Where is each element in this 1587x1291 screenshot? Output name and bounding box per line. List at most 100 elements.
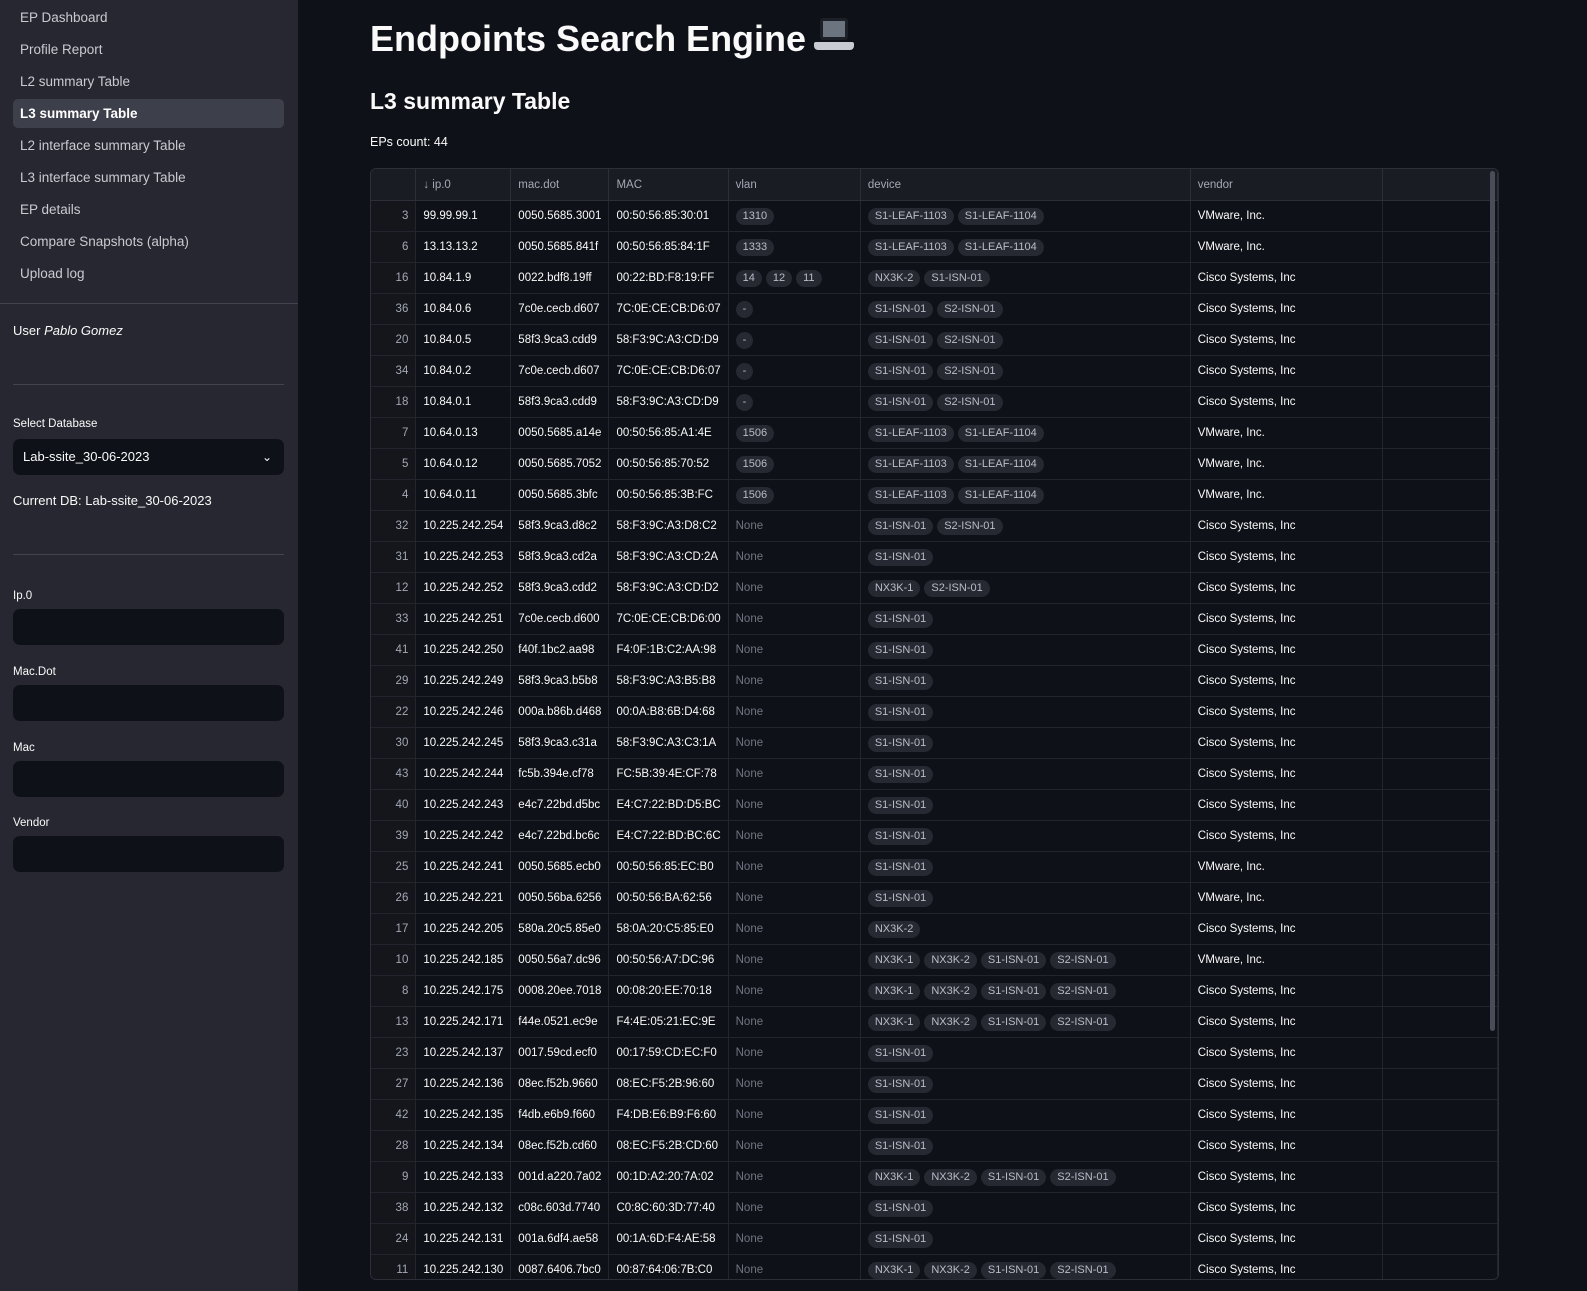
cell-device[interactable]: S1-ISN-01 xyxy=(860,882,1191,914)
cell-device[interactable]: S1-ISN-01 xyxy=(860,851,1191,883)
nav-item-profile-report[interactable]: Profile Report xyxy=(13,35,284,64)
cell-device[interactable]: NX3K-2 xyxy=(860,913,1191,945)
cell-empty[interactable] xyxy=(1382,758,1498,790)
cell-vendor[interactable]: VMware, Inc. xyxy=(1190,944,1384,976)
cell-device[interactable]: S1-ISN-01 S2-ISN-01 xyxy=(860,324,1191,356)
cell-vendor[interactable]: Cisco Systems, Inc xyxy=(1190,293,1384,325)
table-row[interactable]: 26 10.225.242.221 0050.56ba.6256 00:50:56:B… xyxy=(371,882,1498,914)
vendor-filter-input[interactable] xyxy=(13,836,284,872)
cell-index[interactable]: 33 xyxy=(371,603,417,635)
cell-ip[interactable]: 10.84.1.9 xyxy=(415,262,512,294)
cell-device[interactable]: S1-LEAF-1103 S1-LEAF-1104 xyxy=(860,448,1191,480)
table-row[interactable]: 32 10.225.242.254 58f3.9ca3.d8c2 58:F3:9C:A… xyxy=(371,510,1498,542)
data-table[interactable]: ↓ ip.0 mac.dot MAC vlan device vendor 39… xyxy=(370,168,1499,1280)
cell-index[interactable]: 36 xyxy=(371,293,417,325)
cell-vlan[interactable]: 14 12 11 xyxy=(728,262,861,294)
cell-vlan[interactable]: None xyxy=(728,758,861,790)
col-header-macdot[interactable]: mac.dot xyxy=(510,169,610,201)
cell-index[interactable]: 11 xyxy=(371,1254,417,1279)
cell-index[interactable]: 10 xyxy=(371,944,417,976)
cell-mac[interactable]: 08:EC:F5:2B:CD:60 xyxy=(608,1130,729,1162)
cell-index[interactable]: 12 xyxy=(371,572,417,604)
cell-vendor[interactable]: VMware, Inc. xyxy=(1190,200,1384,232)
cell-device[interactable]: NX3K-1 NX3K-2 S1-ISN-01 S2-ISN-01 xyxy=(860,975,1191,1007)
cell-vlan[interactable]: None xyxy=(728,1192,861,1224)
cell-ip[interactable]: 10.84.0.1 xyxy=(415,386,512,418)
cell-empty[interactable] xyxy=(1382,1130,1498,1162)
nav-item-upload-log[interactable]: Upload log xyxy=(13,259,284,288)
cell-macdot[interactable]: 0050.56ba.6256 xyxy=(510,882,610,914)
cell-vendor[interactable]: VMware, Inc. xyxy=(1190,448,1384,480)
cell-mac[interactable]: 7C:0E:CE:CB:D6:00 xyxy=(608,603,729,635)
cell-device[interactable]: S1-ISN-01 xyxy=(860,1192,1191,1224)
table-row[interactable]: 40 10.225.242.243 e4c7.22bd.d5bc E4:C7:22:B… xyxy=(371,789,1498,821)
cell-ip[interactable]: 10.225.242.171 xyxy=(415,1006,512,1038)
table-row[interactable]: 24 10.225.242.131 001a.6df4.ae58 00:1A:6D:F… xyxy=(371,1223,1498,1255)
table-row[interactable]: 30 10.225.242.245 58f3.9ca3.c31a 58:F3:9C:A… xyxy=(371,727,1498,759)
cell-empty[interactable] xyxy=(1382,975,1498,1007)
cell-vlan[interactable]: 1506 xyxy=(728,417,861,449)
cell-vlan[interactable]: None xyxy=(728,789,861,821)
cell-ip[interactable]: 10.225.242.131 xyxy=(415,1223,512,1255)
cell-ip[interactable]: 10.225.242.253 xyxy=(415,541,512,573)
cell-mac[interactable]: F4:4E:05:21:EC:9E xyxy=(608,1006,729,1038)
cell-empty[interactable] xyxy=(1382,510,1498,542)
cell-macdot[interactable]: 7c0e.cecb.d607 xyxy=(510,355,610,387)
cell-macdot[interactable]: fc5b.394e.cf78 xyxy=(510,758,610,790)
cell-index[interactable]: 16 xyxy=(371,262,417,294)
table-row[interactable]: 7 10.64.0.13 0050.5685.a14e 00:50:56:85:A1:… xyxy=(371,417,1498,449)
cell-vendor[interactable]: Cisco Systems, Inc xyxy=(1190,1254,1384,1279)
cell-index[interactable]: 7 xyxy=(371,417,417,449)
cell-vlan[interactable]: None xyxy=(728,1161,861,1193)
table-row[interactable]: 13 10.225.242.171 f44e.0521.ec9e F4:4E:05:2… xyxy=(371,1006,1498,1038)
cell-vendor[interactable]: Cisco Systems, Inc xyxy=(1190,820,1384,852)
cell-ip[interactable]: 10.225.242.245 xyxy=(415,727,512,759)
cell-empty[interactable] xyxy=(1382,1192,1498,1224)
cell-ip[interactable]: 13.13.13.2 xyxy=(415,231,512,263)
cell-ip[interactable]: 10.225.242.205 xyxy=(415,913,512,945)
cell-empty[interactable] xyxy=(1382,634,1498,666)
cell-mac[interactable]: F4:DB:E6:B9:F6:60 xyxy=(608,1099,729,1131)
table-row[interactable]: 29 10.225.242.249 58f3.9ca3.b5b8 58:F3:9C:A… xyxy=(371,665,1498,697)
cell-ip[interactable]: 10.225.242.244 xyxy=(415,758,512,790)
cell-empty[interactable] xyxy=(1382,944,1498,976)
cell-ip[interactable]: 10.225.242.252 xyxy=(415,572,512,604)
cell-index[interactable]: 29 xyxy=(371,665,417,697)
cell-empty[interactable] xyxy=(1382,1254,1498,1279)
nav-item-ep-details[interactable]: EP details xyxy=(13,195,284,224)
cell-index[interactable]: 22 xyxy=(371,696,417,728)
cell-vendor[interactable]: Cisco Systems, Inc xyxy=(1190,758,1384,790)
table-row[interactable]: 4 10.64.0.11 0050.5685.3bfc 00:50:56:85:3B:… xyxy=(371,479,1498,511)
cell-vendor[interactable]: Cisco Systems, Inc xyxy=(1190,1099,1384,1131)
cell-ip[interactable]: 10.225.242.254 xyxy=(415,510,512,542)
cell-empty[interactable] xyxy=(1382,479,1498,511)
cell-vendor[interactable]: Cisco Systems, Inc xyxy=(1190,1161,1384,1193)
cell-macdot[interactable]: 0087.6406.7bc0 xyxy=(510,1254,610,1279)
cell-device[interactable]: S1-ISN-01 xyxy=(860,1099,1191,1131)
cell-vendor[interactable]: Cisco Systems, Inc xyxy=(1190,1068,1384,1100)
cell-vendor[interactable]: Cisco Systems, Inc xyxy=(1190,572,1384,604)
cell-vlan[interactable]: None xyxy=(728,1006,861,1038)
cell-mac[interactable]: 00:50:56:85:30:01 xyxy=(608,200,729,232)
cell-mac[interactable]: 00:50:56:85:A1:4E xyxy=(608,417,729,449)
cell-ip[interactable]: 10.225.242.134 xyxy=(415,1130,512,1162)
cell-vlan[interactable]: None xyxy=(728,851,861,883)
cell-vlan[interactable]: None xyxy=(728,510,861,542)
cell-index[interactable]: 9 xyxy=(371,1161,417,1193)
cell-ip[interactable]: 10.225.242.136 xyxy=(415,1068,512,1100)
cell-macdot[interactable]: 58f3.9ca3.d8c2 xyxy=(510,510,610,542)
cell-empty[interactable] xyxy=(1382,355,1498,387)
cell-ip[interactable]: 10.84.0.2 xyxy=(415,355,512,387)
cell-ip[interactable]: 10.225.242.250 xyxy=(415,634,512,666)
cell-device[interactable]: NX3K-1 NX3K-2 S1-ISN-01 S2-ISN-01 xyxy=(860,1006,1191,1038)
cell-vlan[interactable]: None xyxy=(728,1130,861,1162)
cell-macdot[interactable]: f44e.0521.ec9e xyxy=(510,1006,610,1038)
cell-index[interactable]: 27 xyxy=(371,1068,417,1100)
mac-filter-input[interactable] xyxy=(13,761,284,797)
cell-vendor[interactable]: Cisco Systems, Inc xyxy=(1190,696,1384,728)
cell-vendor[interactable]: Cisco Systems, Inc xyxy=(1190,510,1384,542)
cell-vlan[interactable]: None xyxy=(728,634,861,666)
cell-index[interactable]: 5 xyxy=(371,448,417,480)
cell-index[interactable]: 24 xyxy=(371,1223,417,1255)
cell-index[interactable]: 3 xyxy=(371,200,417,232)
